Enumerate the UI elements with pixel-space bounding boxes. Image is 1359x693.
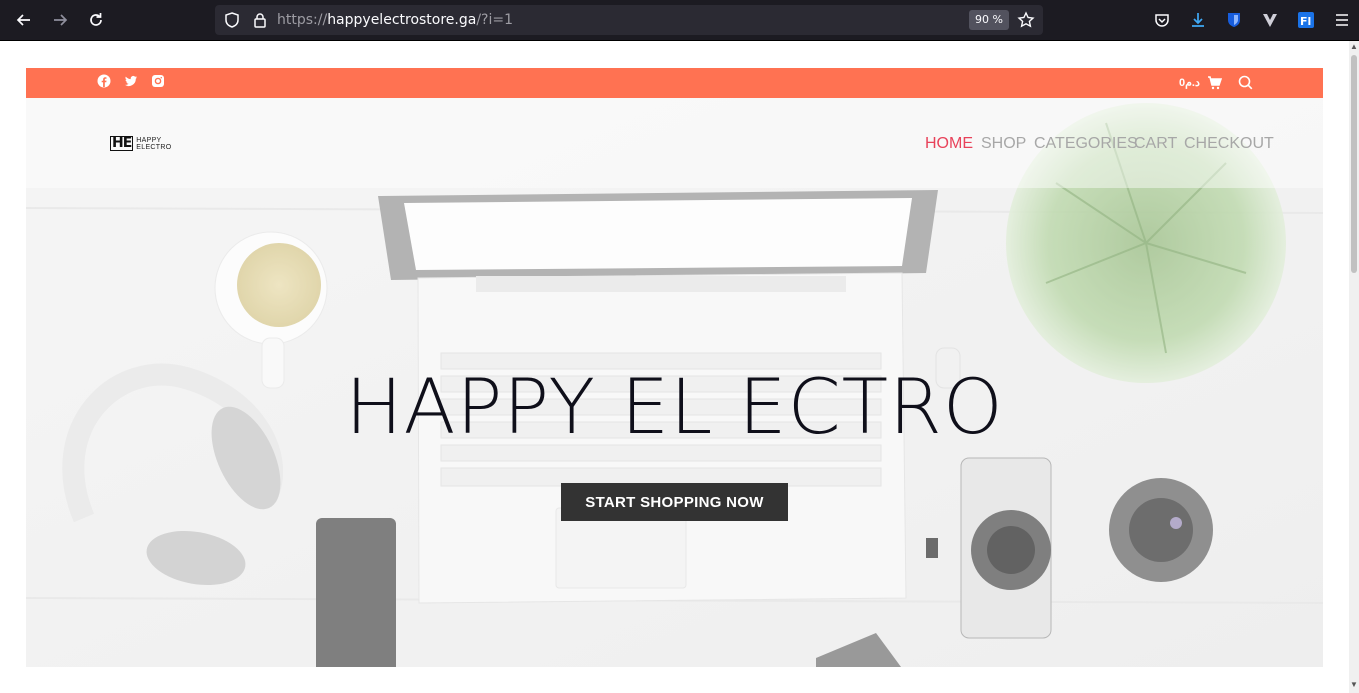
scroll-up-arrow-icon[interactable]: ▲ xyxy=(1350,43,1358,51)
url-text[interactable]: https://happyelectrostore.ga/?i=1 xyxy=(277,12,513,28)
url-path: /?i=1 xyxy=(476,12,514,28)
forward-icon[interactable] xyxy=(48,8,72,32)
extension-v-icon[interactable] xyxy=(1258,8,1282,32)
cart-icon[interactable] xyxy=(1207,76,1222,90)
site-page: 0د.م HE HAPPY ELECTRO HOME SHOP CATEGORI… xyxy=(26,68,1323,667)
extension-fi-icon[interactable]: Fl xyxy=(1294,8,1318,32)
zoom-level[interactable]: 90 % xyxy=(969,10,1009,30)
nav-cart[interactable]: CART xyxy=(1134,135,1177,153)
logo-mark: HE xyxy=(110,135,134,151)
cart-total[interactable]: 0د.م xyxy=(1179,76,1200,89)
page-scrollbar[interactable]: ▲ ▼ xyxy=(1349,41,1359,693)
nav-categories[interactable]: CATEGORIES xyxy=(1034,135,1138,153)
back-icon[interactable] xyxy=(12,8,36,32)
nav-checkout[interactable]: CHECKOUT xyxy=(1184,135,1274,153)
facebook-icon[interactable] xyxy=(97,74,111,88)
top-bar: 0د.م xyxy=(26,68,1323,98)
start-shopping-button[interactable]: START SHOPPING NOW xyxy=(561,483,788,521)
nav-home[interactable]: HOME xyxy=(925,135,973,153)
logo-line1: HAPPY xyxy=(136,136,162,144)
lock-icon[interactable] xyxy=(251,11,269,29)
bitwarden-shield-icon[interactable] xyxy=(1222,8,1246,32)
hero-section: HE HAPPY ELECTRO HOME SHOP CATEGORIES CA… xyxy=(26,98,1323,667)
instagram-icon[interactable] xyxy=(151,74,165,88)
logo-line2: ELECTRO xyxy=(136,143,172,151)
logo-text: HAPPY ELECTRO xyxy=(136,137,171,151)
scrollbar-thumb[interactable] xyxy=(1351,55,1357,273)
svg-text:Fl: Fl xyxy=(1300,15,1311,28)
search-icon[interactable] xyxy=(1238,75,1253,90)
browser-toolbar: https://happyelectrostore.ga/?i=1 90 % F… xyxy=(0,0,1359,41)
menu-icon[interactable] xyxy=(1330,8,1354,32)
bookmark-star-icon[interactable] xyxy=(1017,11,1035,29)
pocket-icon[interactable] xyxy=(1150,8,1174,32)
nav-shop[interactable]: SHOP xyxy=(981,135,1026,153)
downloads-icon[interactable] xyxy=(1186,8,1210,32)
reload-icon[interactable] xyxy=(84,8,108,32)
tracking-protection-icon[interactable] xyxy=(223,11,241,29)
hero-title: HAPPY EL ECTRO xyxy=(345,362,1004,451)
address-bar[interactable]: https://happyelectrostore.ga/?i=1 90 % xyxy=(215,5,1043,35)
url-scheme: https:// xyxy=(277,12,328,28)
site-logo[interactable]: HE HAPPY ELECTRO xyxy=(110,136,171,151)
twitter-icon[interactable] xyxy=(124,74,138,88)
scroll-down-arrow-icon[interactable]: ▼ xyxy=(1350,681,1358,689)
url-domain: happyelectrostore.ga xyxy=(327,12,477,28)
